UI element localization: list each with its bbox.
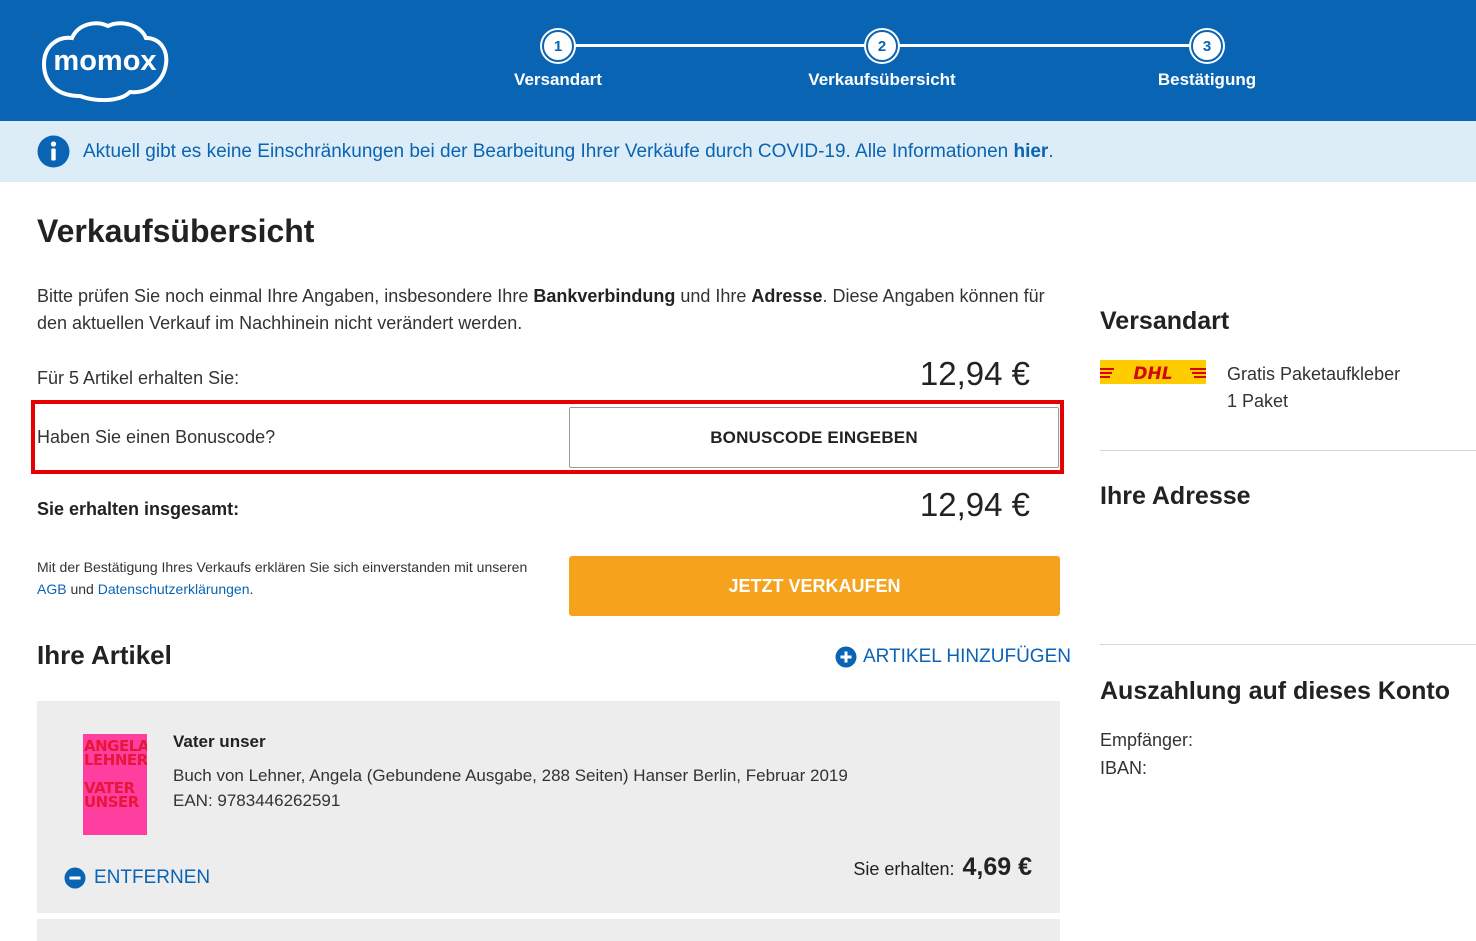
sidebar-divider — [1100, 644, 1476, 645]
recipient-label: Empfänger: — [1100, 730, 1194, 750]
article-payout-amount: 4,69 € — [962, 853, 1032, 881]
article-details: Buch von Lehner, Angela (Gebundene Ausga… — [173, 763, 848, 813]
remove-label: ENTFERNEN — [94, 867, 211, 888]
total-amount: 12,94 € — [919, 486, 1030, 523]
step-connector — [574, 44, 866, 47]
sidebar-divider — [1100, 450, 1476, 451]
banner-text: Aktuell gibt es keine Einschränkungen be… — [83, 141, 1054, 163]
article-ean: EAN: 9783446262591 — [173, 791, 341, 810]
terms-part-2: und — [66, 581, 98, 597]
remove-article-button[interactable]: ENTFERNEN — [64, 867, 210, 889]
article-description: Buch von Lehner, Angela (Gebundene Ausga… — [173, 766, 848, 785]
intro-bank: Bankverbindung — [533, 286, 676, 306]
article-payout-label: Sie erhalten: — [853, 859, 955, 879]
add-article-button[interactable]: ARTIKEL HINZUFÜGEN — [835, 646, 1071, 668]
payout-account-details: Empfänger: IBAN: — [1100, 726, 1193, 782]
privacy-link[interactable]: Datenschutzerklärungen — [98, 581, 250, 597]
step-3-label: Bestätigung — [1157, 70, 1257, 89]
plus-circle-icon — [835, 646, 857, 668]
banner-info-link[interactable]: hier — [1013, 141, 1048, 162]
intro-text: Bitte prüfen Sie noch einmal Ihre Angabe… — [37, 283, 1067, 337]
intro-address: Adresse — [751, 286, 823, 306]
bonus-question-label: Haben Sie einen Bonuscode? — [37, 427, 276, 447]
step-3-circle: 3 — [1191, 30, 1223, 62]
checkout-stepper: 1 2 3 Versandart Verkaufsübersicht Bestä… — [0, 0, 1476, 121]
cover-line: LEHNER — [84, 751, 147, 769]
svg-text:DHL: DHL — [1133, 364, 1172, 384]
payout-account-title: Auszahlung auf dieses Konto — [1100, 677, 1451, 705]
shipping-package-count: 1 Paket — [1227, 391, 1289, 411]
shipping-title: Versandart — [1100, 307, 1230, 335]
terms-text: Mit der Bestätigung Ihres Verkaufs erklä… — [37, 556, 537, 600]
address-title: Ihre Adresse — [1100, 482, 1251, 510]
terms-part-1: Mit der Bestätigung Ihres Verkaufs erklä… — [37, 559, 528, 575]
cover-line: UNSER — [84, 793, 139, 811]
total-label: Sie erhalten insgesamt: — [37, 499, 240, 519]
step-connector — [898, 44, 1191, 47]
step-1-circle: 1 — [542, 30, 574, 62]
iban-label: IBAN: — [1100, 758, 1148, 778]
minus-circle-icon — [64, 867, 86, 889]
step-2-circle: 2 — [866, 30, 898, 62]
banner-suffix: . — [1048, 141, 1054, 162]
add-article-label: ARTIKEL HINZUFÜGEN — [863, 646, 1071, 667]
book-cover-image: ANGELA LEHNER VATER UNSER — [83, 734, 147, 835]
sell-now-button[interactable]: JETZT VERKAUFEN — [569, 556, 1060, 616]
shipping-details: Gratis Paketaufkleber 1 Paket — [1227, 361, 1400, 415]
enter-bonus-code-button[interactable]: BONUSCODE EINGEBEN — [569, 407, 1059, 468]
article-payout: Sie erhalten: 4,69 € — [853, 853, 1032, 882]
intro-part-2: und Ihre — [675, 286, 752, 306]
article-title: Vater unser — [173, 732, 266, 751]
info-icon — [37, 135, 70, 168]
covid-info-banner: Aktuell gibt es keine Einschränkungen be… — [0, 121, 1476, 182]
top-header: momox 1 2 3 Versandart Verkaufsübersicht… — [0, 0, 1476, 121]
next-article-card — [37, 919, 1060, 941]
step-2-label: Verkaufsübersicht — [808, 70, 956, 89]
intro-part-1: Bitte prüfen Sie noch einmal Ihre Angabe… — [37, 286, 534, 306]
articles-amount: 12,94 € — [919, 355, 1030, 392]
terms-part-3: . — [249, 581, 254, 597]
agb-link[interactable]: AGB — [37, 581, 67, 597]
articles-section-title: Ihre Artikel — [37, 640, 172, 670]
shipping-label-info: Gratis Paketaufkleber — [1227, 364, 1401, 384]
articles-count-label: Für 5 Artikel erhalten Sie: — [37, 368, 240, 388]
banner-message: Aktuell gibt es keine Einschränkungen be… — [83, 141, 1014, 162]
step-1-label: Versandart — [514, 70, 602, 89]
article-card: ANGELA LEHNER VATER UNSER Vater unser Bu… — [37, 701, 1060, 913]
dhl-logo: DHL — [1100, 360, 1206, 384]
page-title: Verkaufsübersicht — [37, 213, 315, 249]
